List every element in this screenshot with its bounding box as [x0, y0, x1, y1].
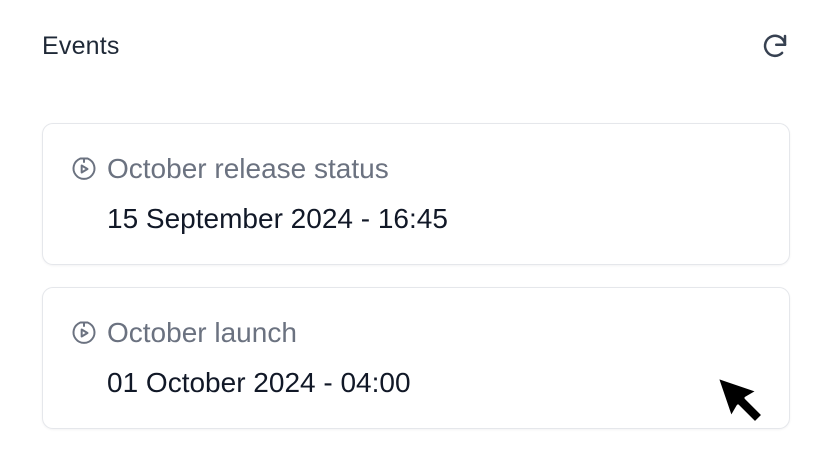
events-title: Events	[42, 31, 120, 60]
event-card[interactable]: October release status 15 September 2024…	[42, 123, 790, 265]
refresh-button[interactable]	[758, 29, 792, 63]
calendar-clock-icon	[69, 154, 99, 184]
event-date: 15 September 2024 - 16:45	[107, 203, 448, 234]
event-name: October launch	[107, 317, 297, 348]
event-name-row: October release status	[67, 150, 389, 188]
event-name: October release status	[107, 153, 389, 184]
events-panel: Events October release status 15 Septemb…	[0, 0, 828, 457]
event-card[interactable]: October launch 01 October 2024 - 04:00	[42, 287, 790, 429]
refresh-icon	[760, 31, 790, 61]
calendar-clock-icon	[69, 318, 99, 348]
events-header: Events	[42, 27, 788, 65]
event-date: 01 October 2024 - 04:00	[107, 367, 411, 398]
event-name-row: October launch	[67, 314, 297, 352]
